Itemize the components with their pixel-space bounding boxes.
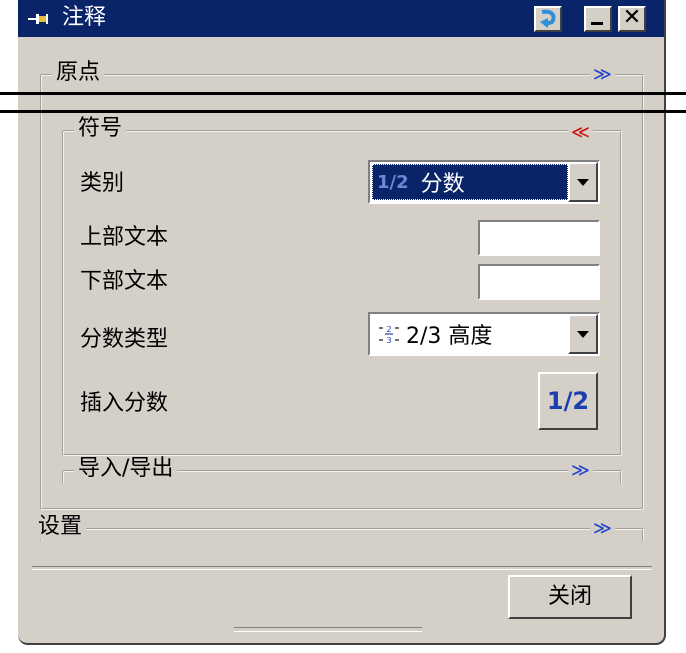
svg-text:3: 3 — [386, 336, 391, 345]
fraction-type-label: 分数类型 — [80, 327, 169, 352]
annotation-dialog: 注释 ✕ 原点 ≫ 符号 ≪ 类别 1/2 分数 上部文本 下部文本 分数类型 … — [18, 0, 666, 645]
minimize-icon — [591, 22, 603, 25]
upper-text-label: 上部文本 — [80, 225, 169, 250]
insert-fraction-button[interactable]: 1/2 — [538, 372, 598, 430]
svg-text:2: 2 — [386, 325, 391, 334]
fraction-icon: 1/2 — [377, 171, 409, 193]
overlay-line-bottom — [0, 110, 686, 113]
minimize-button[interactable] — [584, 6, 612, 32]
upper-text-input[interactable] — [478, 220, 600, 256]
fraction-type-value: 2/3 高度 — [406, 324, 493, 349]
fraction-type-dropdown[interactable]: 2 3 2/3 高度 — [368, 312, 600, 356]
symbol-collapse-icon[interactable]: ≪ — [568, 122, 593, 144]
footer-divider — [32, 566, 652, 570]
chevron-down-icon[interactable] — [568, 314, 598, 354]
category-label: 类别 — [80, 171, 125, 196]
symbol-section-header[interactable]: 符号 — [74, 116, 127, 142]
import-export-expand-icon[interactable]: ≫ — [568, 460, 593, 482]
settings-section — [40, 528, 644, 542]
settings-expand-icon[interactable]: ≫ — [590, 518, 615, 540]
pin-icon[interactable] — [28, 12, 48, 26]
window-title: 注释 — [62, 5, 107, 30]
close-button[interactable]: 关闭 — [508, 575, 632, 619]
return-arrow-icon — [540, 9, 556, 28]
chevron-down-icon[interactable] — [568, 162, 598, 202]
overlay-line-top — [0, 92, 686, 95]
close-icon: ✕ — [622, 5, 642, 30]
lower-text-input[interactable] — [478, 264, 600, 300]
category-value: 分数 — [420, 172, 465, 197]
back-button[interactable] — [534, 6, 562, 32]
import-export-section-header[interactable]: 导入/导出 — [74, 456, 178, 482]
fraction-height-icon: 2 3 — [379, 325, 399, 345]
lower-text-label: 下部文本 — [80, 269, 169, 294]
category-dropdown[interactable]: 1/2 分数 — [368, 160, 600, 204]
title-bar[interactable]: 注释 ✕ — [18, 0, 664, 37]
resize-grip[interactable] — [234, 627, 422, 632]
origin-expand-icon[interactable]: ≫ — [590, 64, 615, 86]
origin-section-header[interactable]: 原点 — [52, 60, 105, 86]
settings-section-header[interactable]: 设置 — [34, 514, 87, 540]
close-window-button[interactable]: ✕ — [618, 6, 646, 32]
insert-fraction-label: 插入分数 — [80, 391, 169, 416]
